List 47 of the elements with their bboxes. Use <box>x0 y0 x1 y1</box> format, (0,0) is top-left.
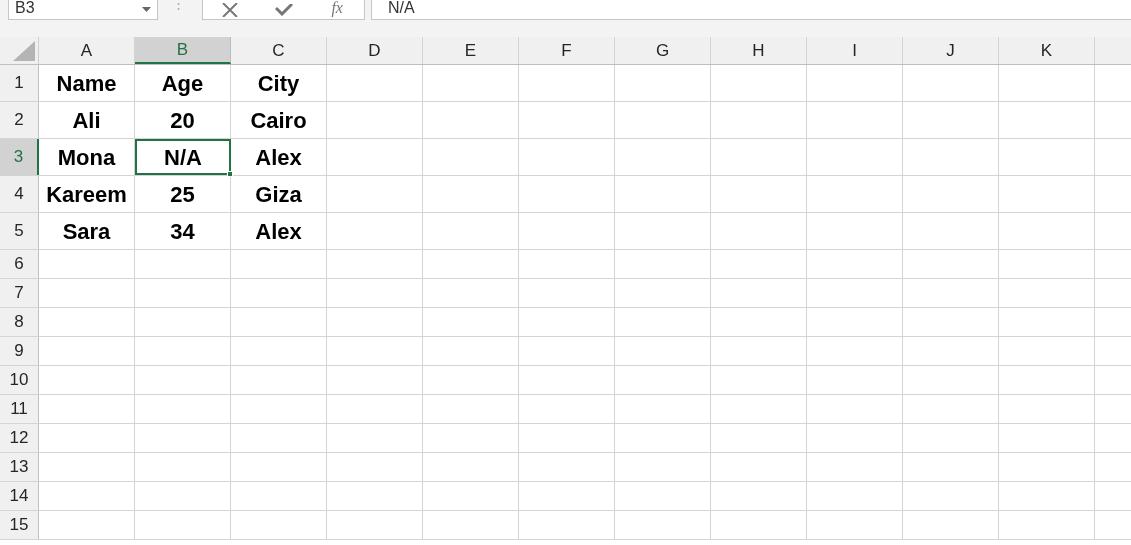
table-cell[interactable]: Ali <box>72 103 101 137</box>
row-header[interactable]: 3 <box>0 139 39 175</box>
row-header[interactable]: 8 <box>0 308 39 336</box>
column-header[interactable]: H <box>711 37 807 64</box>
row-header[interactable]: 12 <box>0 424 39 452</box>
table-cell[interactable]: Alex <box>255 214 302 248</box>
row-header[interactable]: 14 <box>0 482 39 510</box>
table-cell[interactable]: 25 <box>170 177 195 211</box>
row-header[interactable]: 15 <box>0 511 39 539</box>
column-header[interactable]: C <box>231 37 327 64</box>
table-cell[interactable]: 20 <box>170 103 195 137</box>
table-cell[interactable]: Sara <box>62 214 111 248</box>
drag-handle-icon <box>177 2 180 12</box>
column-header[interactable]: F <box>519 37 615 64</box>
caret-icon <box>142 7 151 12</box>
check-icon <box>274 3 293 16</box>
table-cell[interactable]: Kareem <box>46 177 127 211</box>
table-cell[interactable]: Cairo <box>250 103 307 137</box>
select-all-icon <box>13 41 35 61</box>
row-header[interactable]: 4 <box>0 176 39 212</box>
column-header[interactable]: J <box>903 37 999 64</box>
row-header[interactable]: 13 <box>0 453 39 481</box>
row-header[interactable]: 7 <box>0 279 39 307</box>
table-cell[interactable]: Alex <box>255 140 302 174</box>
row-header[interactable]: 2 <box>0 102 39 138</box>
row-header[interactable]: 5 <box>0 213 39 249</box>
row-header[interactable]: 6 <box>0 250 39 278</box>
formula-field[interactable]: N/A <box>371 0 1131 20</box>
close-icon <box>221 2 238 17</box>
row-header[interactable]: 9 <box>0 337 39 365</box>
column-header[interactable]: D <box>327 37 423 64</box>
row-header[interactable]: 10 <box>0 366 39 394</box>
name-box[interactable]: B3 <box>8 0 158 20</box>
table-cell[interactable]: City <box>257 66 300 100</box>
row-header[interactable]: 11 <box>0 395 39 423</box>
table-cell[interactable]: Mona <box>57 140 116 174</box>
row-header[interactable]: 1 <box>0 65 39 101</box>
column-header[interactable]: E <box>423 37 519 64</box>
table-cell[interactable]: 34 <box>170 214 195 248</box>
table-cell[interactable]: Giza <box>255 177 302 211</box>
column-header[interactable]: G <box>615 37 711 64</box>
table-cell[interactable]: Age <box>161 66 204 100</box>
column-header[interactable]: B <box>135 37 231 64</box>
column-header[interactable]: K <box>999 37 1095 64</box>
table-cell[interactable]: Name <box>56 66 117 100</box>
fill-handle[interactable] <box>227 171 233 177</box>
column-header[interactable]: I <box>807 37 903 64</box>
